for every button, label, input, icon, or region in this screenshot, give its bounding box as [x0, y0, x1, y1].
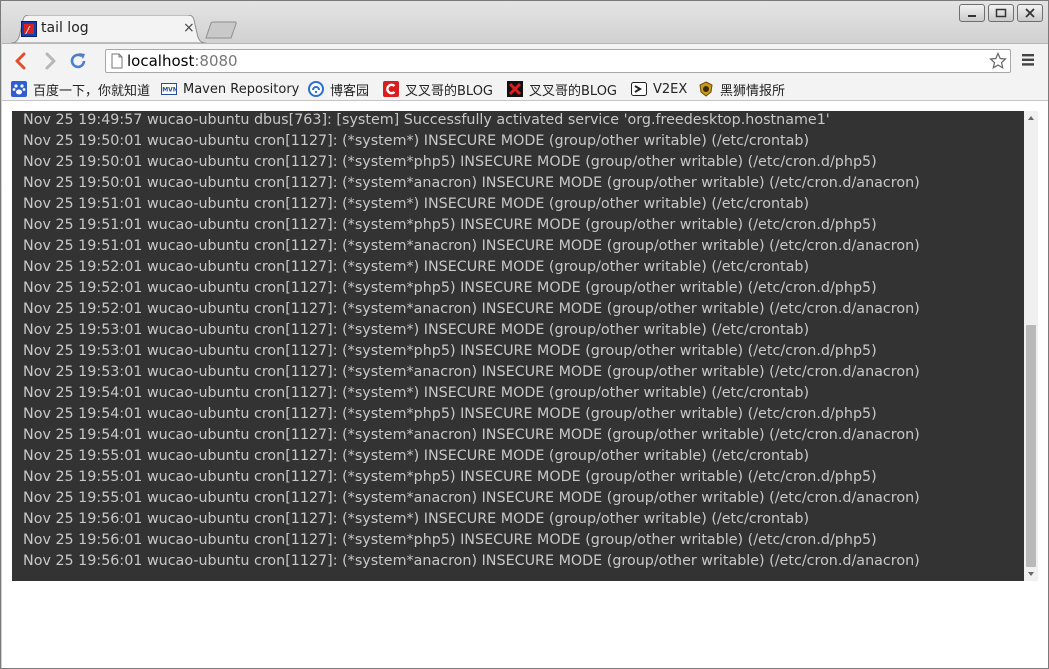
reload-icon[interactable] — [68, 51, 88, 71]
bookmark-label: V2EX — [653, 81, 688, 97]
log-line: Nov 25 19:54:01 wucao-ubuntu cron[1127]:… — [23, 427, 920, 443]
menu-icon[interactable] — [1021, 53, 1035, 67]
new-tab-button[interactable] — [204, 21, 238, 39]
bookmark-label: 黑狮情报所 — [720, 83, 786, 99]
toolbar: localhost:8080 — [2, 43, 1048, 78]
url-host: localhost — [127, 52, 195, 70]
log-line: Nov 25 19:55:01 wucao-ubuntu cron[1127]:… — [23, 490, 920, 506]
browser-window: / tail log × localhost:8080 百度一下，你就知道 MV… — [0, 0, 1049, 669]
bookmark-label: 叉叉哥的BLOG — [529, 83, 618, 99]
red-x-icon — [507, 81, 523, 97]
close-button[interactable] — [1017, 4, 1043, 22]
log-line: Nov 25 19:55:01 wucao-ubuntu cron[1127]:… — [23, 448, 810, 464]
paw-icon — [11, 81, 27, 97]
mvn-icon: MVN — [161, 83, 177, 95]
minimize-button[interactable] — [959, 4, 985, 22]
page-icon — [111, 53, 123, 69]
v2ex-icon — [631, 82, 647, 96]
page-content: Nov 25 19:49:57 wucao-ubuntu dbus[763]: … — [2, 101, 1048, 668]
bookmark-label: Maven Repository — [183, 81, 300, 97]
log-line: Nov 25 19:56:01 wucao-ubuntu cron[1127]:… — [23, 553, 920, 569]
log-line: Nov 25 19:52:01 wucao-ubuntu cron[1127]:… — [23, 301, 920, 317]
log-scrollbar[interactable] — [1024, 111, 1038, 581]
bookmark-label: 博客园 — [330, 83, 370, 99]
scroll-thumb[interactable] — [1026, 325, 1036, 567]
log-line: Nov 25 19:54:01 wucao-ubuntu cron[1127]:… — [23, 385, 810, 401]
bookmark-label: 百度一下，你就知道 — [33, 83, 151, 99]
tab-title: tail log — [41, 20, 89, 36]
svg-text:MVN: MVN — [162, 87, 177, 94]
log-panel[interactable]: Nov 25 19:49:57 wucao-ubuntu dbus[763]: … — [12, 111, 1024, 581]
log-line: Nov 25 19:50:01 wucao-ubuntu cron[1127]:… — [23, 154, 877, 170]
log-line: Nov 25 19:52:01 wucao-ubuntu cron[1127]:… — [23, 259, 810, 275]
log-line: Nov 25 19:54:01 wucao-ubuntu cron[1127]:… — [23, 406, 877, 422]
bookmark-baidu[interactable]: 百度一下，你就知道 — [11, 80, 151, 98]
log-line: Nov 25 19:56:01 wucao-ubuntu cron[1127]:… — [23, 532, 877, 548]
log-line: Nov 25 19:50:01 wucao-ubuntu cron[1127]:… — [23, 175, 920, 191]
log-line: Nov 25 19:56:01 wucao-ubuntu cron[1127]:… — [23, 511, 810, 527]
csdn-icon — [383, 81, 399, 97]
bookmark-label: 叉叉哥的BLOG — [405, 83, 494, 99]
log-line: Nov 25 19:52:01 wucao-ubuntu cron[1127]:… — [23, 280, 877, 296]
maximize-button[interactable] — [988, 4, 1014, 22]
log-line: Nov 25 19:51:01 wucao-ubuntu cron[1127]:… — [23, 217, 877, 233]
log-line: Nov 25 19:51:01 wucao-ubuntu cron[1127]:… — [23, 196, 810, 212]
scroll-down-icon[interactable] — [1024, 567, 1038, 581]
log-line: Nov 25 19:55:01 wucao-ubuntu cron[1127]:… — [23, 469, 877, 485]
app-favicon-icon: / — [21, 21, 37, 37]
star-icon[interactable] — [989, 52, 1007, 70]
url-text[interactable]: localhost:8080 — [127, 52, 238, 70]
cnblogs-icon — [308, 81, 324, 97]
forward-icon[interactable] — [40, 51, 60, 71]
lion-icon — [699, 81, 713, 97]
tab-tail-log[interactable]: / tail log × — [11, 15, 206, 43]
bookmark-blog-1[interactable]: 叉叉哥的BLOG — [383, 80, 494, 99]
address-bar[interactable]: localhost:8080 — [105, 49, 1011, 73]
bookmark-blog-2[interactable]: 叉叉哥的BLOG — [507, 80, 618, 99]
bookmark-maven[interactable]: MVN Maven Repository — [161, 80, 299, 98]
window-controls — [959, 4, 1043, 22]
bookmark-lion[interactable]: 黑狮情报所 — [698, 80, 786, 99]
minimize-icon — [968, 15, 976, 17]
bookmarks-bar: 百度一下，你就知道 MVN Maven Repository 博客园 叉叉哥的B… — [2, 77, 1048, 101]
url-port: :8080 — [194, 52, 238, 70]
close-icon — [1025, 8, 1035, 18]
log-line: Nov 25 19:53:01 wucao-ubuntu cron[1127]:… — [23, 322, 810, 338]
log-list: Nov 25 19:49:57 wucao-ubuntu dbus[763]: … — [23, 111, 920, 572]
tab-close-icon[interactable]: × — [183, 20, 195, 36]
maximize-icon — [995, 8, 1007, 18]
log-line: Nov 25 19:50:01 wucao-ubuntu cron[1127]:… — [23, 133, 810, 149]
log-line: Nov 25 19:51:01 wucao-ubuntu cron[1127]:… — [23, 238, 920, 254]
tab-strip: / tail log × — [1, 1, 1048, 43]
back-icon[interactable] — [11, 51, 31, 71]
log-line: Nov 25 19:53:01 wucao-ubuntu cron[1127]:… — [23, 343, 877, 359]
scroll-up-icon[interactable] — [1024, 111, 1038, 125]
bookmark-v2ex[interactable]: V2EX — [631, 80, 687, 98]
log-line: Nov 25 19:49:57 wucao-ubuntu dbus[763]: … — [23, 112, 830, 128]
log-line: Nov 25 19:53:01 wucao-ubuntu cron[1127]:… — [23, 364, 920, 380]
bookmark-cnblogs[interactable]: 博客园 — [308, 80, 370, 99]
